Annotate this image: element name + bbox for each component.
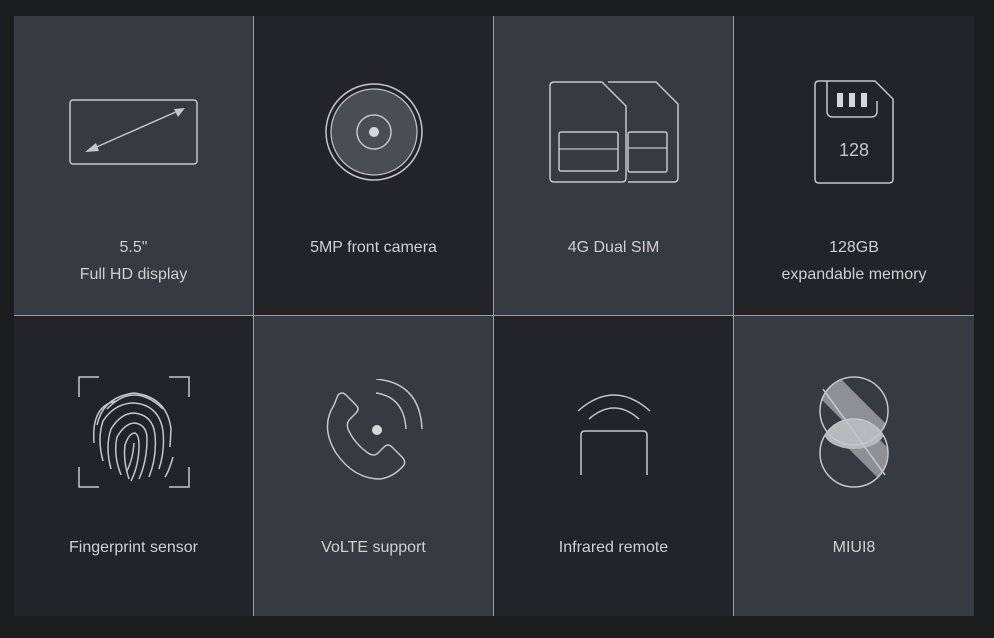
miui8-logo — [817, 375, 891, 489]
feature-label: 5MP front camera — [310, 239, 437, 256]
feature-tile-miui: MIUI8 — [734, 316, 974, 616]
feature-tile-dual-sim: 4G Dual SIM — [494, 16, 734, 316]
feature-tile-display: 5.5" Full HD display — [14, 16, 254, 316]
svg-text:128: 128 — [839, 140, 869, 160]
feature-tile-memory: 128 128GB expandable memory — [734, 16, 974, 316]
feature-tile-infrared: Infrared remote — [494, 316, 734, 616]
sd-card-icon: 128 — [813, 79, 895, 185]
feature-label: 5.5" Full HD display — [79, 239, 188, 283]
feature-label: 128GB expandable memory — [781, 239, 927, 283]
dual-sim-icon — [548, 80, 680, 184]
camera-icon — [323, 81, 425, 183]
volte-phone-icon — [324, 379, 424, 485]
feature-tile-volte: VoLTE support — [254, 316, 494, 616]
feature-label: Fingerprint sensor — [69, 539, 198, 556]
feature-label: VoLTE support — [321, 539, 426, 556]
feature-tile-fingerprint: Fingerprint sensor — [14, 316, 254, 616]
feature-tile-camera: 5MP front camera — [254, 16, 494, 316]
infrared-icon — [577, 387, 651, 477]
feature-label: 4G Dual SIM — [567, 239, 660, 256]
fingerprint-icon — [77, 375, 191, 489]
features-grid: 5.5" Full HD display 5MP front camera 4G… — [14, 16, 974, 616]
feature-label: MIUI8 — [832, 539, 876, 556]
feature-label: Infrared remote — [558, 539, 669, 556]
display-icon — [68, 96, 200, 168]
